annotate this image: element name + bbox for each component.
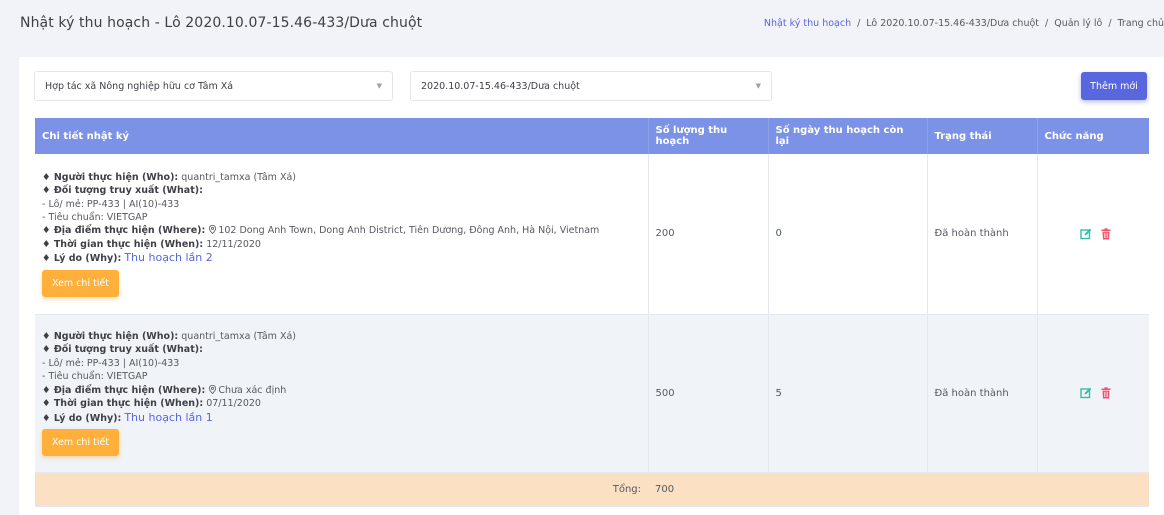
days-left-cell: 0: [768, 154, 928, 315]
harvest-log-table: Chi tiết nhật ký Số lượng thu hoạch Số n…: [35, 118, 1149, 507]
where-value: 102 Dong Anh Town, Dong Anh District, Ti…: [218, 225, 600, 237]
where-value: Chưa xác định: [218, 384, 287, 396]
lot-select[interactable]: 2020.10.07-15.46-433/Dưa chuột ▼: [410, 71, 772, 101]
column-header-detail: Chi tiết nhật ký: [35, 118, 649, 154]
edit-icon[interactable]: [1079, 228, 1092, 240]
view-detail-button[interactable]: Xem chi tiết: [42, 269, 120, 297]
breadcrumb-home[interactable]: Trang chủ: [1118, 18, 1164, 29]
quantity-cell: 200: [648, 154, 769, 315]
lot-line: - Lô/ mẻ: PP-433 | AI(10)-433: [42, 198, 180, 210]
total-empty-cell: [927, 472, 1037, 507]
where-label: ♦ Địa điểm thực hiện (Where):: [42, 384, 206, 396]
edit-icon[interactable]: [1079, 387, 1092, 399]
who-label: ♦ Người thực hiện (Who):: [42, 331, 179, 343]
standard-line: - Tiêu chuẩn: VIETGAP: [42, 371, 148, 383]
add-new-button[interactable]: Thêm mới: [1081, 72, 1147, 100]
who-label: ♦ Người thực hiện (Who):: [42, 171, 179, 183]
breadcrumb-separator: /: [1108, 17, 1112, 29]
breadcrumb-harvest-log[interactable]: Nhật ký thu hoạch: [764, 18, 851, 29]
breadcrumb-separator: /: [1045, 17, 1049, 29]
when-value: 12/11/2020: [206, 238, 261, 250]
when-label: ♦ Thời gian thực hiện (When):: [42, 398, 204, 410]
chevron-down-icon: ▼: [376, 82, 382, 90]
detail-cell: ♦ Người thực hiện (Who): quantri_tamxa (…: [35, 314, 649, 473]
trash-icon[interactable]: [1100, 228, 1112, 240]
trash-icon[interactable]: [1100, 387, 1112, 399]
breadcrumb-separator: /: [857, 17, 861, 29]
breadcrumb: Nhật ký thu hoạch / Lô 2020.10.07-15.46-…: [764, 18, 1164, 29]
status-cell: Đã hoàn thành: [927, 314, 1038, 473]
column-header-quantity: Số lượng thu hoạch: [648, 118, 769, 154]
column-header-status: Trạng thái: [927, 118, 1038, 154]
why-value: Thu hoạch lần 1: [124, 410, 213, 424]
what-label: ♦ Đối tượng truy xuất (What):: [42, 344, 203, 356]
table-row: ♦ Người thực hiện (Who): quantri_tamxa (…: [35, 314, 1149, 473]
view-detail-button[interactable]: Xem chi tiết: [42, 428, 120, 456]
total-empty-cell: [768, 472, 927, 507]
what-label: ♦ Đối tượng truy xuất (What):: [42, 185, 203, 197]
why-label: ♦ Lý do (Why):: [42, 412, 122, 424]
cooperative-select-value: Hợp tác xã Nông nghiệp hữu cơ Tâm Xá: [45, 80, 234, 92]
actions-cell: [1037, 314, 1149, 473]
total-label: Tổng:: [35, 472, 648, 507]
when-label: ♦ Thời gian thực hiện (When):: [42, 238, 204, 250]
cooperative-select[interactable]: Hợp tác xã Nông nghiệp hữu cơ Tâm Xá ▼: [34, 71, 393, 101]
total-empty-cell: [1037, 472, 1149, 507]
column-header-actions: Chức năng: [1037, 118, 1149, 154]
quantity-cell: 500: [648, 314, 769, 473]
chevron-down-icon: ▼: [755, 82, 761, 90]
breadcrumb-lot[interactable]: Lô 2020.10.07-15.46-433/Dưa chuột: [866, 18, 1039, 29]
who-value: quantri_tamxa (Tâm Xá): [181, 331, 296, 343]
lot-line: - Lô/ mẻ: PP-433 | AI(10)-433: [42, 357, 180, 369]
status-cell: Đã hoàn thành: [927, 154, 1038, 315]
filter-bar: Hợp tác xã Nông nghiệp hữu cơ Tâm Xá ▼ 2…: [34, 71, 772, 101]
total-row: Tổng: 700: [35, 472, 1149, 507]
where-label: ♦ Địa điểm thực hiện (Where):: [42, 225, 206, 237]
standard-line: - Tiêu chuẩn: VIETGAP: [42, 212, 148, 224]
page-header: Nhật ký thu hoạch - Lô 2020.10.07-15.46-…: [0, 0, 1164, 46]
why-value: Thu hoạch lần 2: [124, 251, 213, 265]
location-pin-icon: [209, 225, 217, 235]
actions-cell: [1037, 154, 1149, 315]
lot-select-value: 2020.10.07-15.46-433/Dưa chuột: [421, 80, 580, 92]
when-value: 07/11/2020: [206, 398, 261, 410]
page-title: Nhật ký thu hoạch - Lô 2020.10.07-15.46-…: [20, 15, 423, 31]
table-row: ♦ Người thực hiện (Who): quantri_tamxa (…: [35, 154, 1149, 315]
who-value: quantri_tamxa (Tâm Xá): [181, 171, 296, 183]
content-card: Hợp tác xã Nông nghiệp hữu cơ Tâm Xá ▼ 2…: [19, 57, 1164, 515]
days-left-cell: 5: [768, 314, 928, 473]
why-label: ♦ Lý do (Why):: [42, 253, 122, 265]
column-header-days-left: Số ngày thu hoạch còn lại: [768, 118, 928, 154]
table-header-row: Chi tiết nhật ký Số lượng thu hoạch Số n…: [35, 118, 1149, 154]
breadcrumb-lot-management[interactable]: Quản lý lô: [1054, 18, 1102, 29]
location-pin-icon: [209, 384, 217, 394]
total-value: 700: [648, 472, 768, 507]
detail-cell: ♦ Người thực hiện (Who): quantri_tamxa (…: [35, 154, 649, 315]
